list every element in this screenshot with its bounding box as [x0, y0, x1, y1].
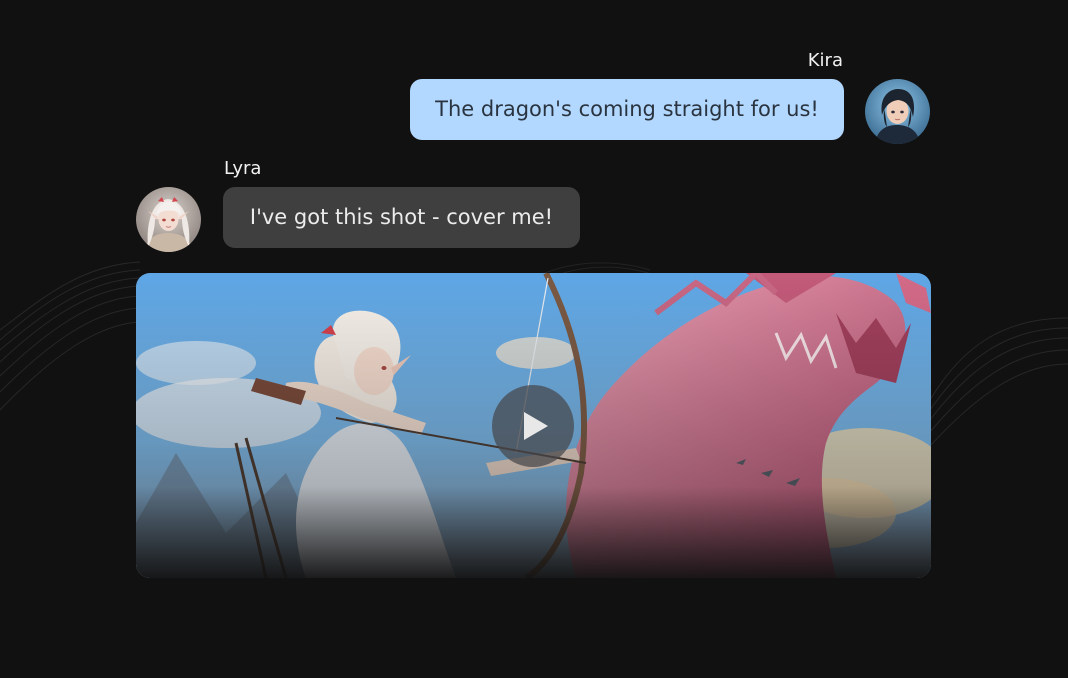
chat-screen: Kira The dragon's coming straight for us… [0, 0, 1068, 678]
play-button[interactable] [492, 385, 574, 467]
kira-avatar-icon[interactable] [865, 79, 930, 144]
video-attachment[interactable] [136, 273, 931, 578]
play-icon [524, 412, 548, 440]
message-bubble-lyra[interactable]: I've got this shot - cover me! [223, 187, 580, 248]
sender-name-lyra: Lyra [224, 158, 262, 179]
sender-name-kira: Kira [807, 50, 843, 71]
lyra-avatar-icon[interactable] [136, 187, 201, 252]
message-bubble-kira[interactable]: The dragon's coming straight for us! [410, 79, 844, 140]
